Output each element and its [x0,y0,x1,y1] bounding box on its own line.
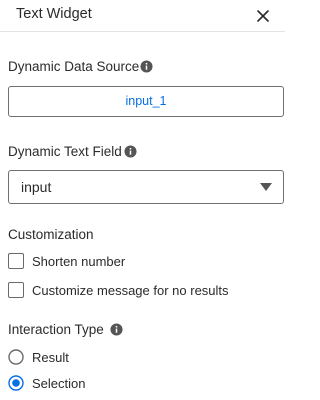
panel-title: Text Widget [16,6,92,22]
selection-radio-label: Selection [32,376,86,391]
selection-radio[interactable] [8,375,24,391]
text-field-select[interactable]: input [8,170,284,204]
info-icon[interactable] [124,145,137,158]
result-radio[interactable] [8,349,24,365]
panel-header: Text Widget [0,0,285,32]
interaction-type-label: Interaction Type [8,322,104,337]
shorten-number-checkbox[interactable] [8,253,24,269]
shorten-number-label: Shorten number [32,254,126,269]
close-icon[interactable] [253,6,273,26]
no-results-message-label: Customize message for no results [32,283,229,298]
customization-label: Customization [8,227,94,242]
text-field-label: Dynamic Text Field [8,144,122,159]
info-icon[interactable] [140,60,153,73]
text-field-selected-value: input [21,179,52,195]
data-source-label: Dynamic Data Source [8,59,140,74]
data-source-value: input_1 [125,94,167,108]
result-radio-label: Result [32,350,69,365]
chevron-down-icon [260,183,272,191]
no-results-message-checkbox[interactable] [8,282,24,298]
info-icon[interactable] [110,323,123,336]
data-source-button[interactable]: input_1 [8,86,284,117]
